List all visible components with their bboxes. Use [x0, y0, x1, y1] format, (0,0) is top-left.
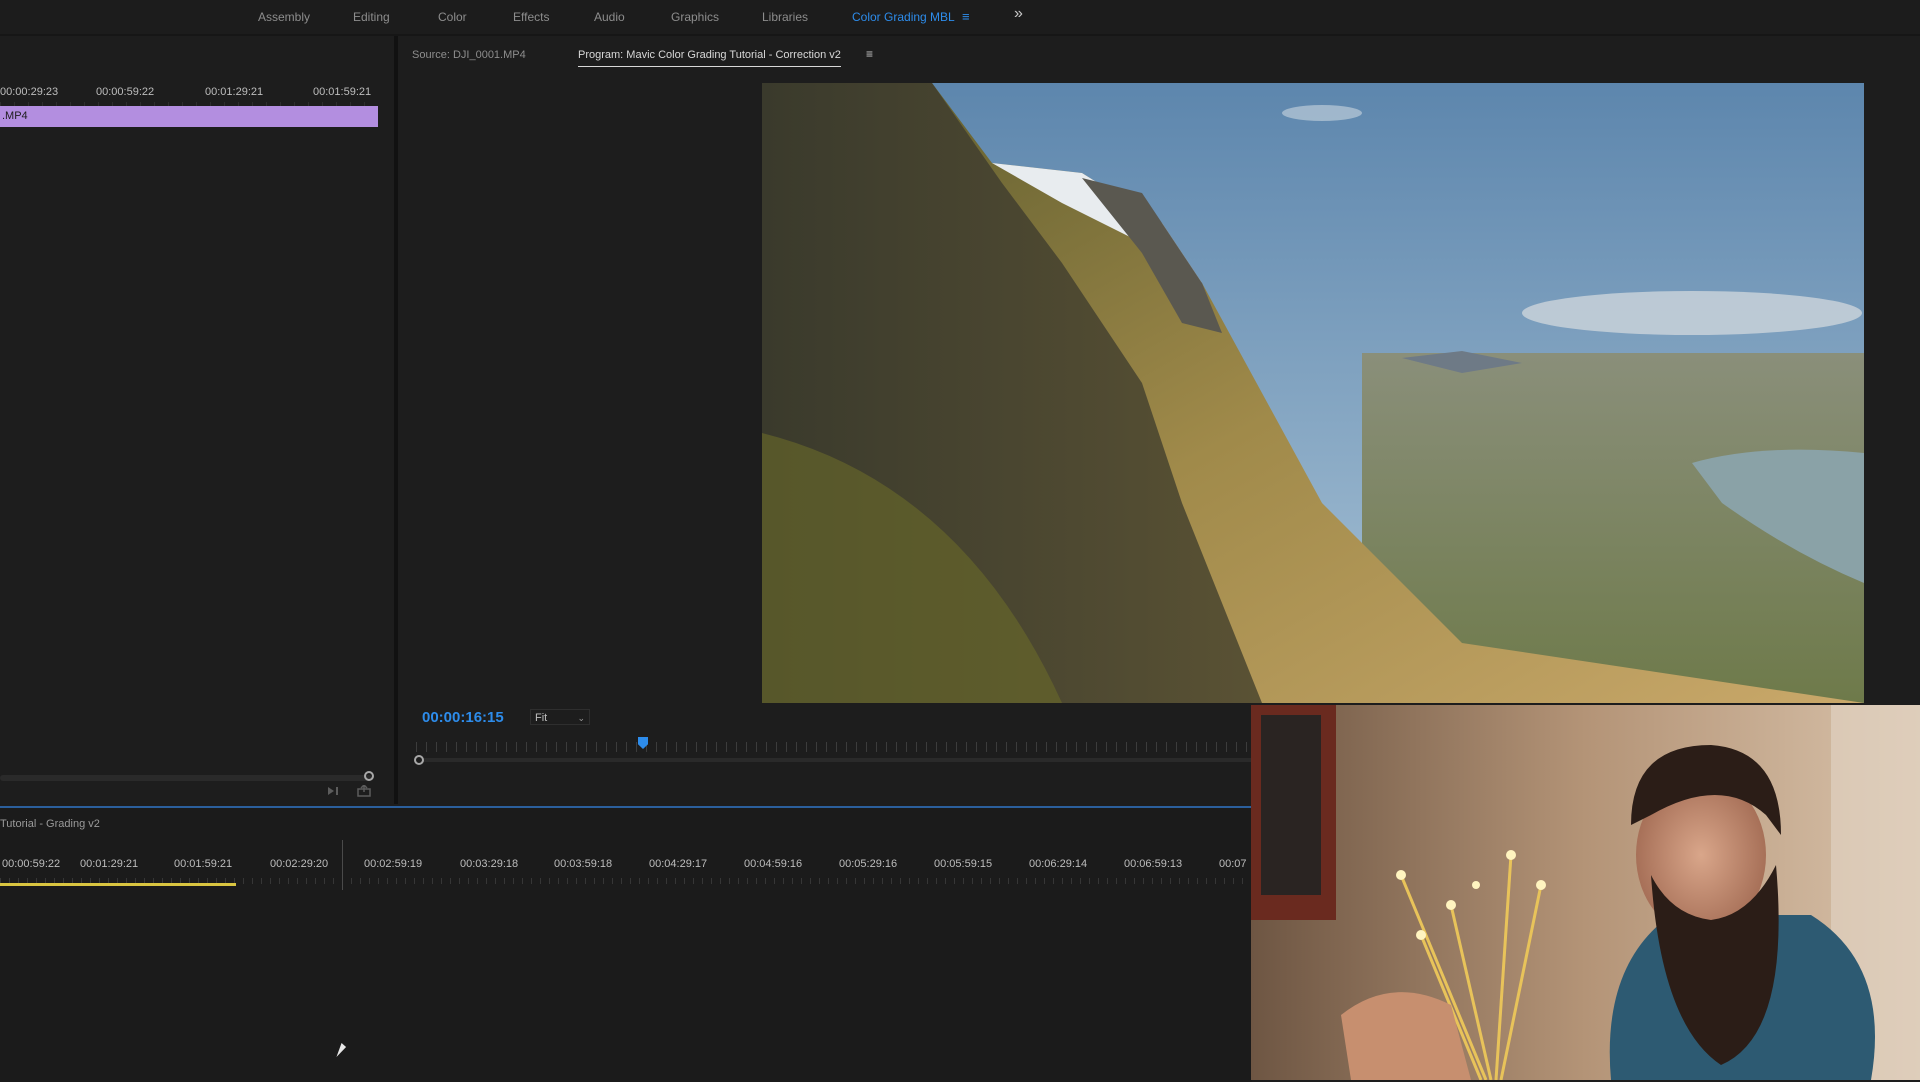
- timeline-time-tick: 00:02:59:19: [364, 858, 423, 870]
- timeline-time-tick: 00:06:29:14: [1029, 858, 1088, 870]
- insert-icon[interactable]: [326, 785, 344, 799]
- program-video-frame[interactable]: [762, 83, 1864, 703]
- workspace-tab-editing[interactable]: Editing: [353, 10, 390, 24]
- timeline-time-tick: 00:00:59:22: [2, 858, 61, 870]
- chevron-down-icon: ⌄: [577, 713, 585, 723]
- timeline-time-tick: 00:01:59:21: [174, 858, 233, 870]
- workspace-tab-color-grading-mbl[interactable]: Color Grading MBL: [852, 10, 955, 24]
- export-frame-icon[interactable]: [356, 783, 374, 799]
- program-monitor-panel: Source: DJI_0001.MP4 Program: Mavic Colo…: [398, 36, 1920, 804]
- timeline-time-tick: 00:05:59:15: [934, 858, 993, 870]
- work-area-bar[interactable]: [0, 883, 236, 886]
- timeline-time-tick: 00:07: [1219, 858, 1247, 870]
- timeline-time-tick: 00:06:59:13: [1124, 858, 1183, 870]
- source-zoom-scrollbar[interactable]: [0, 775, 372, 781]
- source-timeline-panel: 00:00:29:23 00:00:59:22 00:01:29:21 00:0…: [0, 36, 398, 804]
- tab-source-monitor[interactable]: Source: DJI_0001.MP4: [412, 49, 526, 61]
- timeline-playhead[interactable]: [342, 840, 343, 890]
- timeline-time-tick: 00:01:29:21: [80, 858, 139, 870]
- more-workspaces-icon[interactable]: »: [1014, 5, 1023, 23]
- playhead-timecode[interactable]: 00:00:16:15: [422, 709, 504, 726]
- workspace-tab-assembly[interactable]: Assembly: [258, 10, 310, 24]
- program-time-ruler[interactable]: [416, 742, 1256, 752]
- timeline-time-tick: 00:02:29:20: [270, 858, 329, 870]
- timeline-time-tick: 00:03:29:18: [460, 858, 519, 870]
- zoom-level-value: Fit: [535, 712, 548, 724]
- workspace-bar: Assembly Editing Color Effects Audio Gra…: [0, 0, 1920, 36]
- workspace-tab-graphics[interactable]: Graphics: [671, 10, 719, 24]
- timeline-time-tick: 00:03:59:18: [554, 858, 613, 870]
- source-time-tick: 00:01:59:21: [313, 86, 372, 98]
- source-clip[interactable]: .MP4: [0, 106, 378, 127]
- sequence-tab[interactable]: Tutorial - Grading v2: [0, 818, 100, 830]
- timeline-time-tick: 00:05:29:16: [839, 858, 898, 870]
- source-scroll-handle[interactable]: [364, 771, 374, 781]
- timeline-panel: Tutorial - Grading v2 00:00:59:22 00:01:…: [0, 806, 1252, 1082]
- source-time-tick: 00:01:29:21: [205, 86, 264, 98]
- workspace-tab-audio[interactable]: Audio: [594, 10, 625, 24]
- workspace-tab-effects[interactable]: Effects: [513, 10, 549, 24]
- source-time-tick: 00:00:29:23: [0, 86, 59, 98]
- zoom-level-select[interactable]: Fit ⌄: [530, 709, 590, 725]
- panel-menu-icon[interactable]: ≡: [866, 47, 873, 61]
- timeline-time-tick: 00:04:59:16: [744, 858, 803, 870]
- source-time-tick: 00:00:59:22: [96, 86, 155, 98]
- program-zoom-scrollbar[interactable]: [416, 758, 1256, 762]
- workspace-tab-libraries[interactable]: Libraries: [762, 10, 808, 24]
- tab-program-monitor[interactable]: Program: Mavic Color Grading Tutorial - …: [578, 49, 841, 67]
- workspace-menu-icon[interactable]: ≡: [962, 9, 970, 24]
- program-scroll-handle[interactable]: [414, 755, 424, 765]
- workspace-tab-color[interactable]: Color: [438, 10, 467, 24]
- timeline-time-tick: 00:04:29:17: [649, 858, 708, 870]
- webcam-overlay: [1251, 705, 1920, 1080]
